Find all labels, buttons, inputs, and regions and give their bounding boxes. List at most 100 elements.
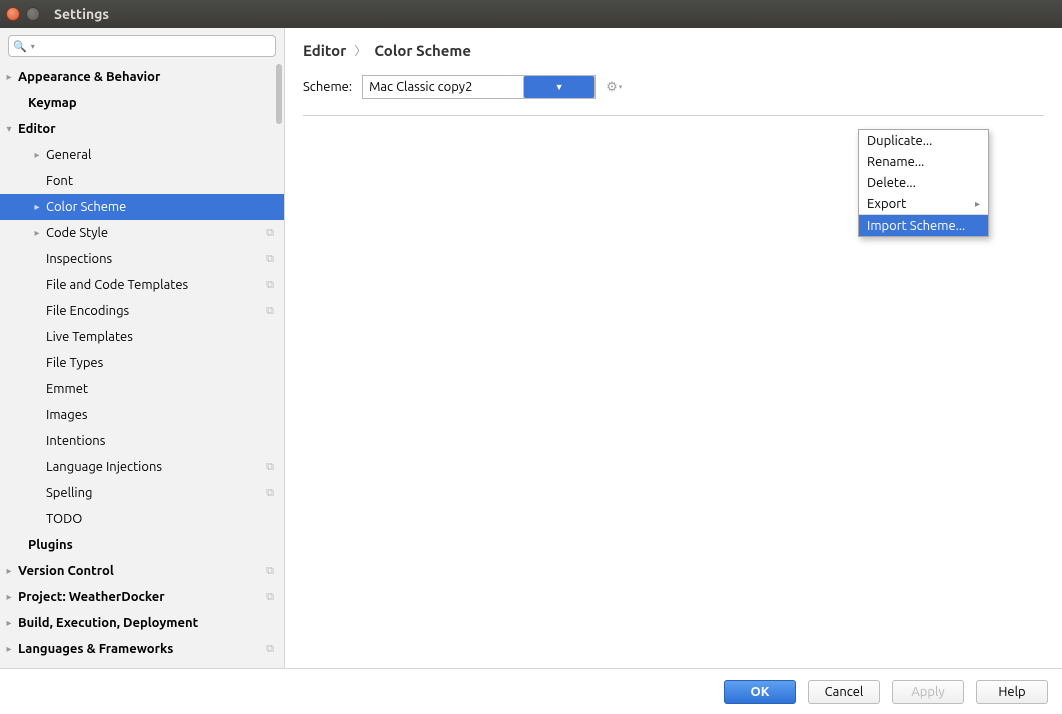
tree-item-label: Keymap bbox=[28, 96, 77, 110]
tree-item[interactable]: ▸ Color Scheme bbox=[0, 194, 284, 220]
menu-item-label: Delete... bbox=[867, 176, 916, 190]
tree-item-label: File Types bbox=[46, 356, 103, 370]
expand-arrow-icon[interactable]: ▸ bbox=[32, 149, 42, 161]
tree-item-label: Images bbox=[46, 408, 88, 422]
tree-item-label: Code Style bbox=[46, 226, 108, 240]
scheme-select[interactable]: Mac Classic copy2 ▼ bbox=[362, 75, 596, 99]
tree-item[interactable]: ▸ Build, Execution, Deployment bbox=[0, 610, 284, 636]
gear-popup-menu: Duplicate... Rename... Delete... Export ▸ Imp… bbox=[858, 129, 989, 237]
menu-item[interactable]: Export ▸ bbox=[859, 193, 988, 214]
menu-item[interactable]: Duplicate... bbox=[859, 130, 988, 151]
tree-item-label: Inspections bbox=[46, 252, 112, 266]
tree-item-label: File and Code Templates bbox=[46, 278, 188, 292]
tree-item[interactable]: Images bbox=[0, 402, 284, 428]
search-input[interactable]: 🔍 ▾ bbox=[8, 35, 276, 57]
tree-item[interactable]: Live Templates bbox=[0, 324, 284, 350]
submenu-arrow-icon: ▸ bbox=[975, 198, 980, 210]
tree-item[interactable]: File Types bbox=[0, 350, 284, 376]
tree-item[interactable]: Inspections ⧉ bbox=[0, 246, 284, 272]
breadcrumb-item: Color Scheme bbox=[374, 42, 471, 59]
tree-item[interactable]: File Encodings ⧉ bbox=[0, 298, 284, 324]
sidebar: 🔍 ▾ ▸Appearance & BehaviorKeymap▾Editor▸… bbox=[0, 28, 285, 668]
tree-item[interactable]: Intentions bbox=[0, 428, 284, 454]
close-icon[interactable] bbox=[6, 7, 20, 21]
tree-item[interactable]: Font bbox=[0, 168, 284, 194]
project-scope-icon: ⧉ bbox=[266, 461, 274, 474]
expand-arrow-icon[interactable]: ▸ bbox=[4, 71, 14, 83]
project-scope-icon: ⧉ bbox=[266, 643, 274, 656]
tree-item-label: TODO bbox=[46, 512, 82, 526]
tree-item[interactable]: Keymap bbox=[0, 90, 284, 116]
menu-item-label: Export bbox=[867, 197, 906, 211]
menu-item-label: Import Scheme... bbox=[867, 219, 965, 233]
tree-item[interactable]: ▸ Appearance & Behavior bbox=[0, 64, 284, 90]
project-scope-icon: ⧉ bbox=[266, 253, 274, 266]
expand-arrow-icon[interactable]: ▸ bbox=[4, 643, 14, 655]
tree-item[interactable]: ▸Code Style⧉ bbox=[0, 220, 284, 246]
menu-item-label: Duplicate... bbox=[867, 134, 932, 148]
apply-button[interactable]: Apply bbox=[892, 680, 964, 704]
minimize-icon[interactable] bbox=[26, 7, 40, 21]
tree-item-label: Editor bbox=[18, 122, 56, 136]
tree-item-label: Version Control bbox=[18, 564, 114, 578]
tree-item-label: Live Templates bbox=[46, 330, 133, 344]
tree-item[interactable]: ▾ Editor bbox=[0, 116, 284, 142]
titlebar: Settings bbox=[0, 0, 1062, 28]
expand-arrow-icon[interactable]: ▸ bbox=[32, 201, 42, 213]
search-dropdown-icon[interactable]: ▾ bbox=[31, 42, 35, 51]
tree-item-label: Build, Execution, Deployment bbox=[18, 616, 198, 630]
project-scope-icon: ⧉ bbox=[266, 279, 274, 292]
tree-item[interactable]: Emmet bbox=[0, 376, 284, 402]
settings-tree[interactable]: ▸ Appearance & Behavior Keymap ▾ Editor ▸ Gene… bbox=[0, 64, 284, 668]
breadcrumb-separator-icon: 〉 bbox=[354, 42, 366, 59]
tree-item[interactable]: ▸ Project: WeatherDocker ⧉ bbox=[0, 584, 284, 610]
tree-item-label: Languages & Frameworks bbox=[18, 642, 173, 656]
expand-arrow-icon[interactable]: ▸ bbox=[4, 617, 14, 629]
tree-item-label: Font bbox=[46, 174, 73, 188]
cancel-button[interactable]: Cancel bbox=[808, 680, 880, 704]
project-scope-icon: ⧉ bbox=[266, 565, 274, 578]
gear-icon[interactable]: ⚙▾ bbox=[606, 80, 622, 95]
expand-arrow-icon[interactable]: ▸ bbox=[32, 227, 42, 239]
breadcrumb: Editor 〉 Color Scheme bbox=[303, 42, 1044, 59]
expand-arrow-icon[interactable]: ▸ bbox=[4, 591, 14, 603]
dialog-footer: OK Cancel Apply Help bbox=[0, 668, 1062, 714]
tree-item-label: General bbox=[46, 148, 91, 162]
breadcrumb-item: Editor bbox=[303, 42, 346, 59]
tree-item[interactable]: File and Code Templates ⧉ bbox=[0, 272, 284, 298]
tree-item[interactable]: Language Injections ⧉ bbox=[0, 454, 284, 480]
menu-item-label: Rename... bbox=[867, 155, 924, 169]
project-scope-icon: ⧉ bbox=[266, 487, 274, 500]
main-panel: Editor 〉 Color Scheme Scheme: Mac Classi… bbox=[285, 28, 1062, 668]
menu-item[interactable]: Delete... bbox=[859, 172, 988, 193]
window-title: Settings bbox=[54, 6, 109, 22]
tree-item-label: Project: WeatherDocker bbox=[18, 590, 165, 604]
scheme-select-value: Mac Classic copy2 bbox=[363, 80, 523, 94]
tree-item[interactable]: Spelling ⧉ bbox=[0, 480, 284, 506]
expand-arrow-icon[interactable]: ▸ bbox=[4, 565, 14, 577]
ok-button[interactable]: OK bbox=[724, 680, 796, 704]
expand-arrow-icon[interactable]: ▾ bbox=[4, 123, 14, 135]
tree-item-label: File Encodings bbox=[46, 304, 129, 318]
tree-item-label: Intentions bbox=[46, 434, 105, 448]
tree-item[interactable]: TODO bbox=[0, 506, 284, 532]
tree-item[interactable]: ▸ Version Control ⧉ bbox=[0, 558, 284, 584]
tree-item-label: Emmet bbox=[46, 382, 88, 396]
divider bbox=[303, 115, 1044, 116]
search-field[interactable] bbox=[39, 39, 271, 53]
tree-item-label: Color Scheme bbox=[46, 200, 126, 214]
tree-item[interactable]: Plugins bbox=[0, 532, 284, 558]
project-scope-icon: ⧉ bbox=[266, 591, 274, 604]
project-scope-icon: ⧉ bbox=[266, 305, 274, 318]
tree-item-label: Language Injections bbox=[46, 460, 162, 474]
menu-item[interactable]: Rename... bbox=[859, 151, 988, 172]
tree-item[interactable]: ▸ Languages & Frameworks ⧉ bbox=[0, 636, 284, 662]
dropdown-icon[interactable]: ▼ bbox=[523, 75, 595, 99]
tree-item[interactable]: ▸ General bbox=[0, 142, 284, 168]
menu-item[interactable]: Import Scheme... bbox=[859, 215, 988, 236]
search-icon: 🔍 bbox=[13, 40, 27, 53]
tree-item-label: Spelling bbox=[46, 486, 92, 500]
help-button[interactable]: Help bbox=[976, 680, 1048, 704]
tree-item-label: Plugins bbox=[28, 538, 73, 552]
tree-item-label: Appearance & Behavior bbox=[18, 70, 160, 84]
